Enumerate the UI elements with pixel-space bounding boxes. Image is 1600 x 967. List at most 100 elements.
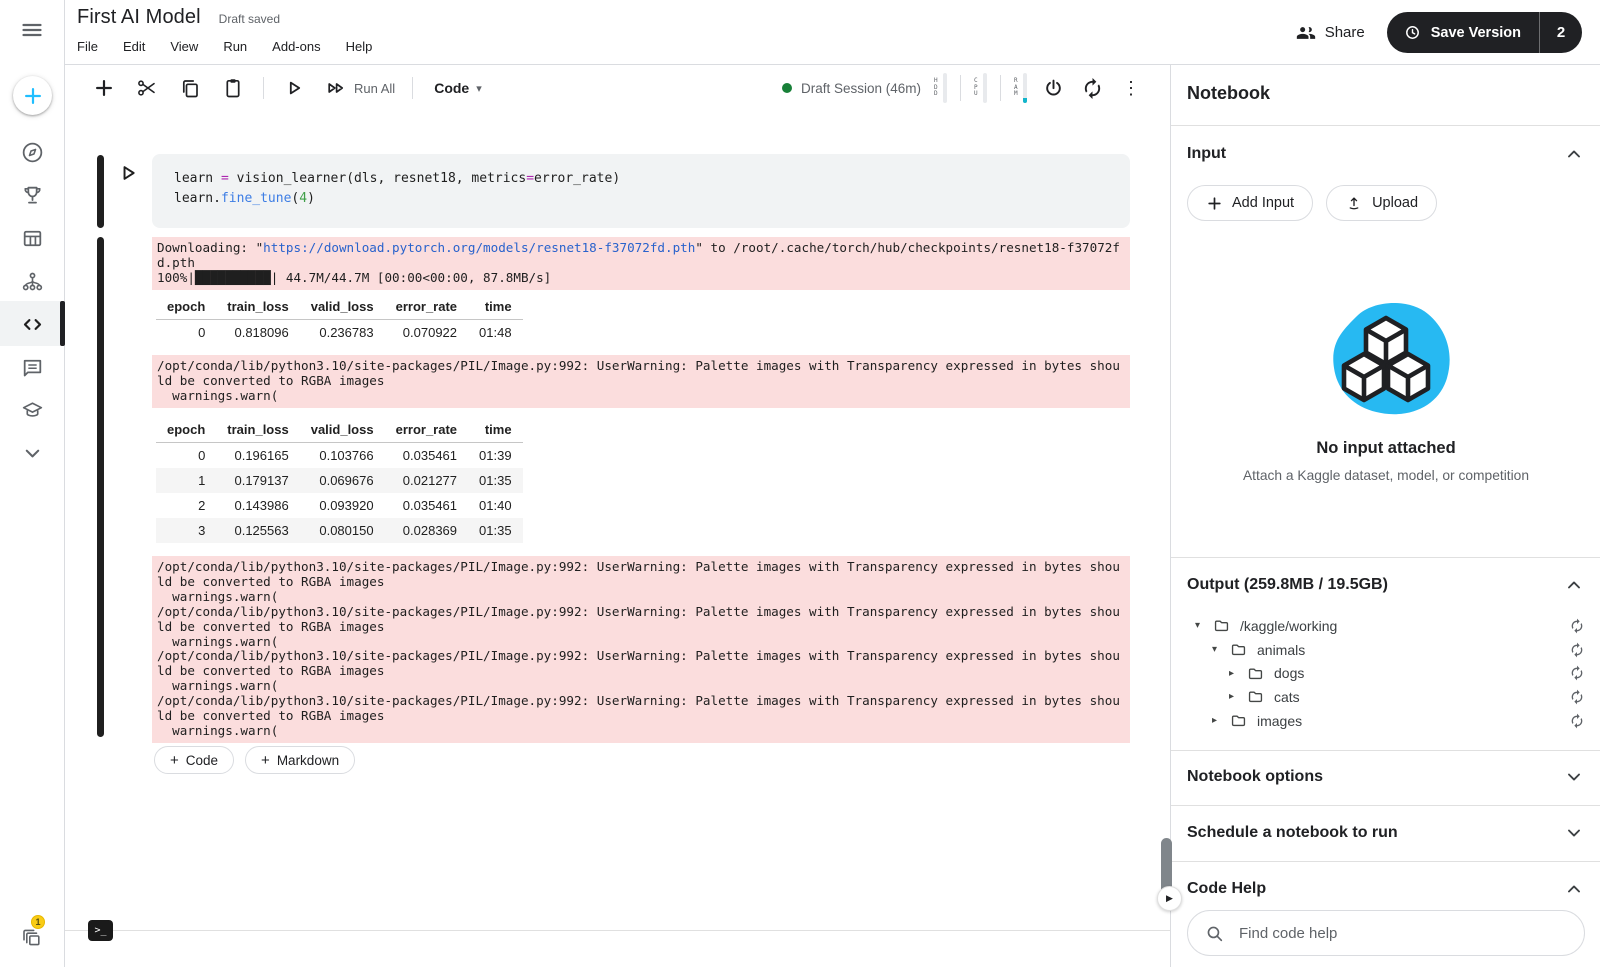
sidebar-item-code[interactable] — [20, 312, 46, 338]
menu-run[interactable]: Run — [223, 39, 247, 55]
create-button[interactable] — [13, 76, 52, 115]
chevron-up-icon[interactable] — [1563, 574, 1585, 596]
share-button[interactable]: Share — [1296, 23, 1365, 43]
folder-icon — [1212, 616, 1231, 635]
code-cell-editor[interactable]: learn = vision_learner(dls, resnet18, me… — [152, 154, 1130, 228]
window-stack-button[interactable] — [20, 926, 46, 952]
cut-cell-button[interactable] — [134, 75, 160, 101]
console-terminal-button[interactable]: >_ — [88, 920, 113, 941]
upload-icon — [1345, 194, 1363, 212]
menu-help[interactable]: Help — [346, 39, 373, 55]
menu-edit[interactable]: Edit — [123, 39, 145, 55]
col-epoch: epoch — [156, 294, 216, 320]
sidebar-item-discussions[interactable] — [20, 355, 46, 381]
tree-item-dogs[interactable]: ▸ dogs — [1171, 661, 1600, 685]
save-version-button[interactable]: Save Version — [1387, 12, 1539, 53]
paste-cell-button[interactable] — [220, 75, 246, 101]
code-help-search-input[interactable] — [1239, 925, 1568, 942]
left-rail: 1 — [0, 0, 65, 967]
download-url-link[interactable]: https://download.pytorch.org/models/resn… — [263, 240, 695, 255]
table-grid-icon — [20, 226, 45, 251]
tree-item-label: images — [1257, 713, 1302, 729]
toolbar-divider — [412, 77, 413, 99]
hdd-meter[interactable]: HDD — [934, 73, 947, 103]
window-stack-icon — [20, 926, 44, 950]
col-valid-loss: valid_loss — [300, 417, 385, 443]
divider — [1171, 805, 1600, 806]
table-row: 00.1961650.1037660.03546101:39 — [156, 443, 523, 469]
caret-right-icon[interactable]: ▸ — [1229, 668, 1244, 679]
chevron-up-icon[interactable] — [1563, 143, 1585, 165]
notebook-canvas: learn = vision_learner(dls, resnet18, me… — [65, 111, 1170, 967]
plus-icon — [1206, 195, 1223, 212]
add-input-button[interactable]: Add Input — [1187, 185, 1313, 221]
restart-session-button[interactable] — [1079, 75, 1105, 101]
code-help-searchbox[interactable] — [1187, 910, 1585, 956]
add-markdown-cell-button[interactable]: + Markdown — [245, 746, 355, 774]
output-cell-indicator-bar[interactable] — [97, 237, 104, 737]
tree-item-cats[interactable]: ▸ cats — [1171, 685, 1600, 709]
schedule-section-header[interactable]: Schedule a notebook to run — [1171, 815, 1600, 851]
caret-down-icon[interactable]: ▾ — [1212, 644, 1227, 655]
output-section-header[interactable]: Output (259.8MB / 19.5GB) — [1171, 567, 1600, 603]
refresh-icon[interactable] — [1569, 689, 1585, 705]
add-code-cell-button[interactable]: + Code — [154, 746, 234, 774]
input-section-header[interactable]: Input — [1171, 136, 1600, 172]
page-title[interactable]: First AI Model — [77, 6, 201, 29]
tree-item-animals[interactable]: ▾ animals — [1171, 638, 1600, 662]
meter-divider — [1000, 75, 1001, 101]
menu-addons[interactable]: Add-ons — [272, 39, 320, 55]
chevron-up-icon[interactable] — [1563, 878, 1585, 900]
sidebar-item-learn[interactable] — [20, 398, 46, 424]
more-options-button[interactable]: ⋮ — [1118, 75, 1144, 101]
run-this-cell-button[interactable] — [115, 160, 141, 186]
panel-collapse-toggle[interactable]: ▶ — [1157, 886, 1182, 911]
sidebar-item-home[interactable] — [20, 140, 46, 166]
add-code-label: Code — [186, 753, 218, 768]
plus-icon — [93, 77, 115, 99]
tree-item-kaggle-working[interactable]: ▾ /kaggle/working — [1171, 614, 1600, 638]
ram-meter-bar — [1023, 73, 1027, 103]
version-count-button[interactable]: 2 — [1540, 12, 1582, 53]
code-help-header[interactable]: Code Help — [1171, 871, 1600, 907]
version-history-clock-icon — [1403, 23, 1422, 42]
caret-right-icon[interactable]: ▸ — [1212, 715, 1227, 726]
cpu-meter[interactable]: CPU — [974, 73, 987, 103]
sidebar-item-competitions[interactable] — [20, 183, 46, 209]
caret-right-icon[interactable]: ▸ — [1229, 691, 1244, 702]
refresh-icon[interactable] — [1569, 642, 1585, 658]
notebook-toolbar: Run All Code ▾ Draft Session (46m) HDD C… — [65, 65, 1170, 111]
copy-cell-button[interactable] — [177, 75, 203, 101]
schedule-section-title: Schedule a notebook to run — [1187, 824, 1398, 842]
sidebar-item-models[interactable] — [20, 269, 46, 295]
save-version-label: Save Version — [1431, 25, 1521, 41]
refresh-icon[interactable] — [1569, 618, 1585, 634]
tree-item-label: animals — [1257, 642, 1305, 658]
refresh-icon[interactable] — [1569, 665, 1585, 681]
cell-type-label: Code — [434, 80, 469, 96]
run-all-label: Run All — [354, 81, 395, 96]
menu-view[interactable]: View — [170, 39, 198, 55]
run-cell-button[interactable] — [281, 75, 307, 101]
folder-icon — [1229, 640, 1248, 659]
compass-icon — [20, 140, 45, 165]
sidebar-more-button[interactable] — [20, 441, 46, 467]
stop-session-button[interactable] — [1040, 75, 1066, 101]
menu-file[interactable]: File — [77, 39, 98, 55]
run-all-button[interactable]: Run All — [324, 76, 395, 100]
upload-button[interactable]: Upload — [1326, 185, 1437, 221]
session-status[interactable]: Draft Session (46m) — [782, 81, 921, 96]
chevron-down-icon[interactable] — [1563, 822, 1585, 844]
add-cell-button[interactable] — [91, 75, 117, 101]
refresh-icon[interactable] — [1569, 713, 1585, 729]
hamburger-menu-button[interactable] — [20, 18, 46, 44]
caret-down-icon[interactable]: ▾ — [1195, 620, 1210, 631]
sidebar-item-datasets[interactable] — [20, 226, 46, 252]
code-cell-indicator-bar[interactable] — [97, 155, 104, 228]
active-nav-indicator — [60, 301, 65, 346]
tree-item-images[interactable]: ▸ images — [1171, 709, 1600, 733]
cell-type-dropdown[interactable]: Code ▾ — [434, 80, 482, 96]
notebook-options-header[interactable]: Notebook options — [1171, 759, 1600, 795]
chevron-down-icon[interactable] — [1563, 766, 1585, 788]
ram-meter[interactable]: RAM — [1014, 73, 1027, 103]
